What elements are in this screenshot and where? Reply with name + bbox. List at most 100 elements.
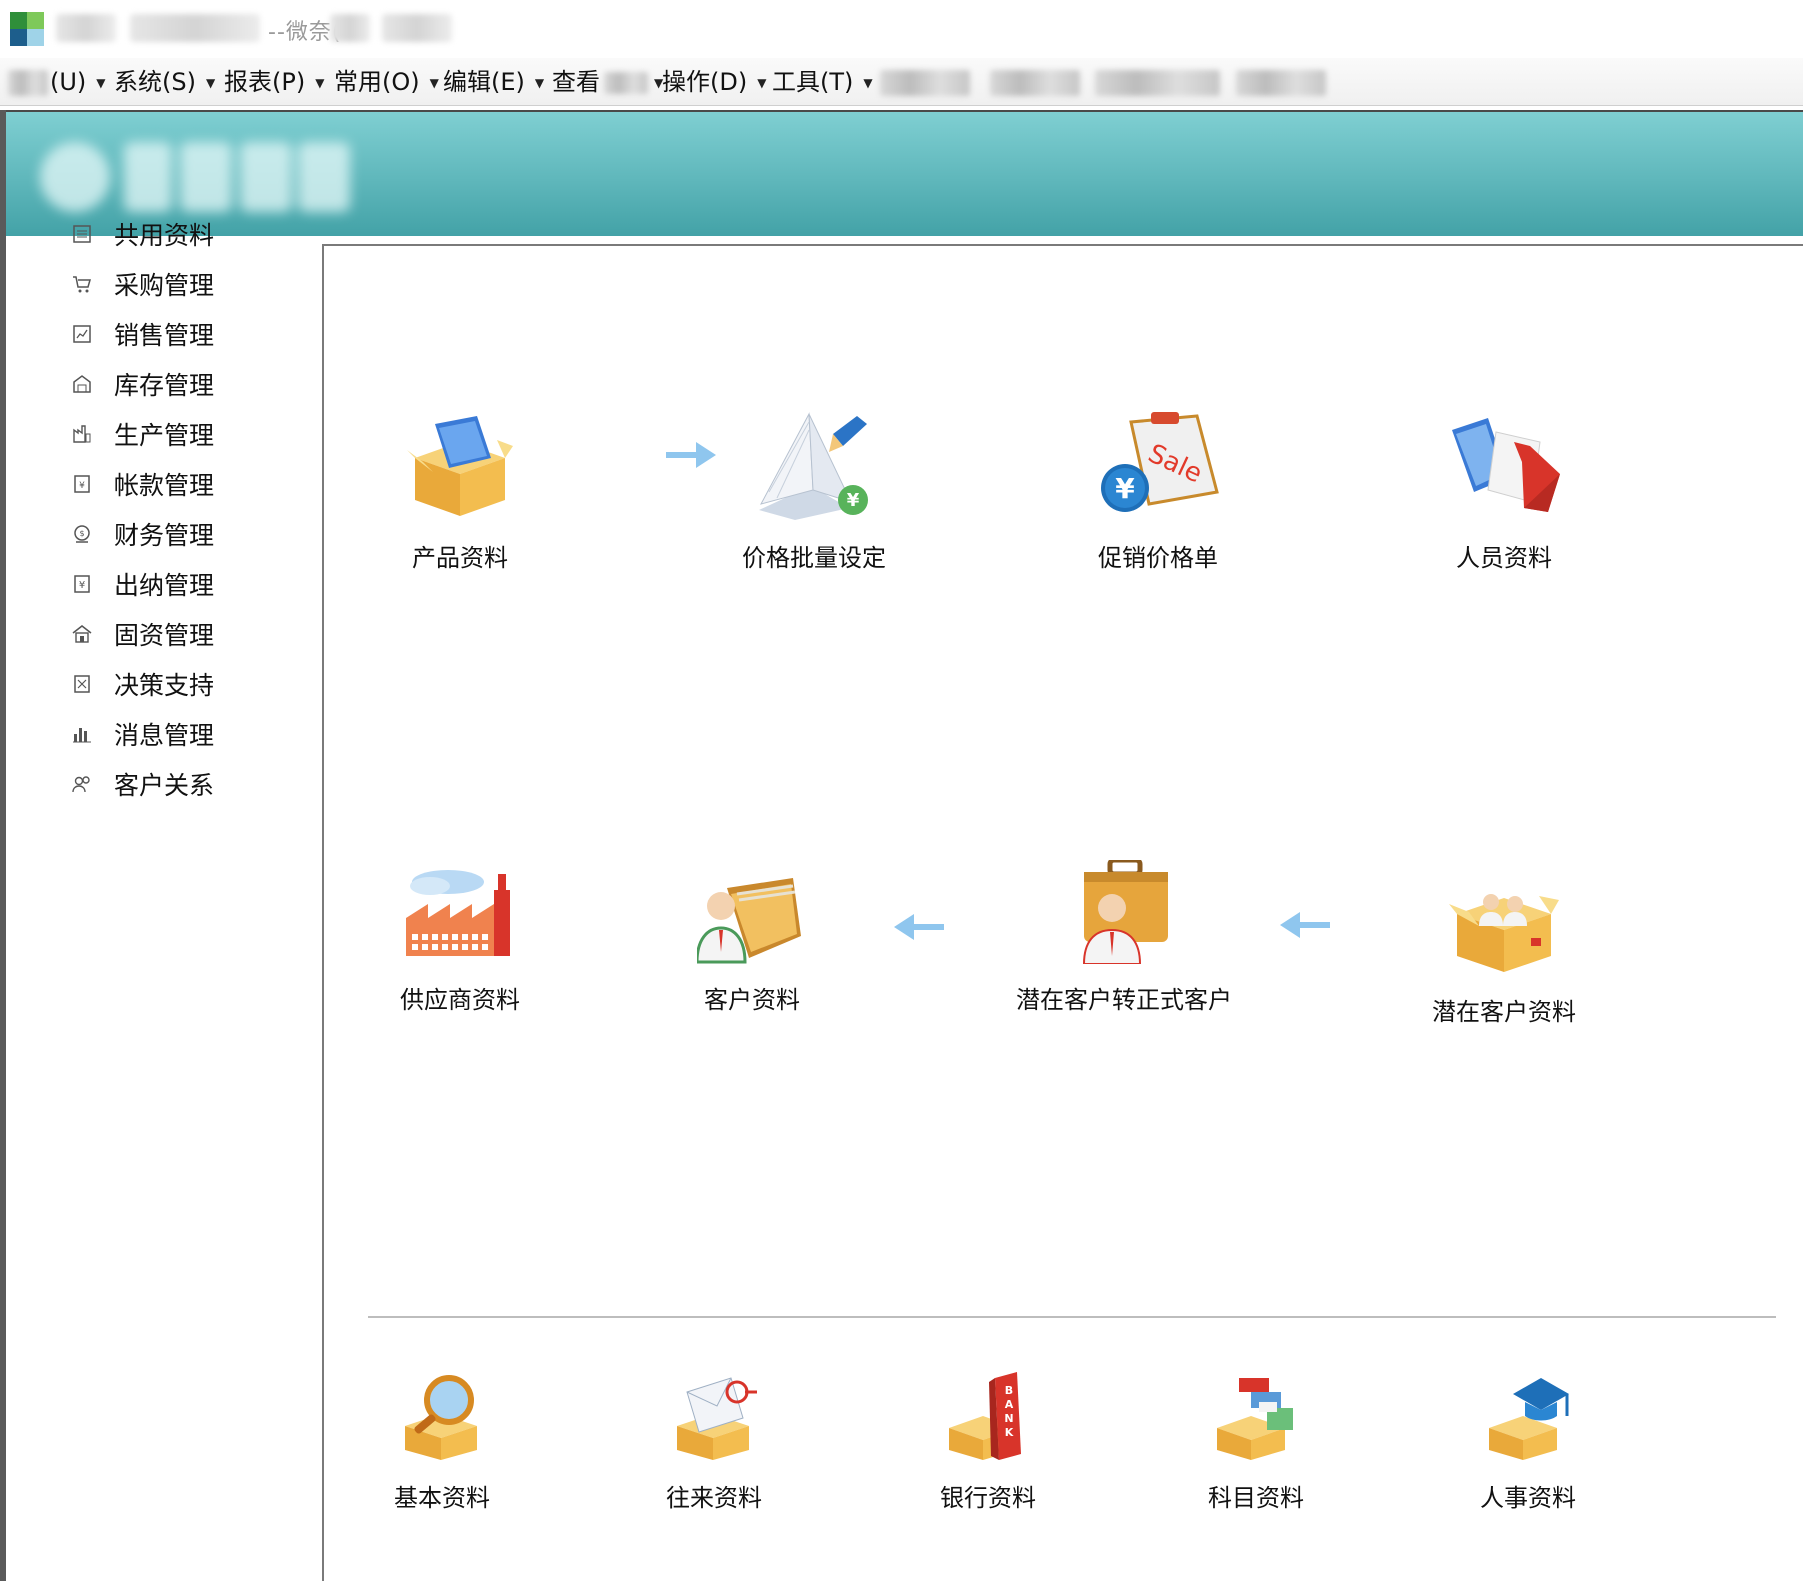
- price-book-icon: ¥: [749, 412, 879, 522]
- tile-label: 产品资料: [412, 544, 508, 572]
- sidebar: 共用资料 采购管理 销售管理 库存管理 生产管理 ¥ 帐款管理 $ 财务管理 ¥…: [6, 221, 322, 1581]
- flow-arrow-left-icon: [894, 914, 944, 944]
- svg-text:K: K: [1005, 1426, 1014, 1439]
- tile-prospect-convert[interactable]: 潜在客户转正式客户: [1014, 857, 1234, 1015]
- sale-clipboard-icon: Sale ¥: [1093, 412, 1223, 522]
- flow-arrow-left-icon: [1280, 912, 1330, 942]
- sidebar-item-production[interactable]: 生产管理: [70, 414, 310, 454]
- sidebar-item-crm[interactable]: 客户关系: [70, 764, 310, 804]
- chart-bars-icon: [70, 722, 94, 746]
- tile-promo-price[interactable]: Sale ¥ 促销价格单: [1048, 412, 1268, 573]
- tile-label: 人员资料: [1456, 544, 1552, 572]
- tile-label: 客户资料: [704, 986, 800, 1014]
- cart-icon: [70, 272, 94, 296]
- sidebar-item-label: 决策支持: [114, 671, 215, 700]
- menu-bar: (U) ▼ 系统(S) ▼ 报表(P) ▼ 常用(O) ▼ 编辑(E) ▼ 查看 ▼ 操作(…: [0, 58, 1803, 106]
- tile-basic-data[interactable]: 基本资料: [332, 1372, 552, 1513]
- sidebar-item-finance[interactable]: $ 财务管理: [70, 514, 310, 554]
- title-bar: --微奈(: [0, 0, 1803, 58]
- sidebar-item-purchase[interactable]: 采购管理: [70, 264, 310, 304]
- menu-item-view[interactable]: 查看 ▼: [552, 66, 663, 98]
- cashier-icon: ¥: [70, 572, 94, 596]
- books-box-icon: [1211, 1372, 1301, 1462]
- sidebar-item-label: 销售管理: [114, 321, 215, 350]
- tile-dealings-data[interactable]: 往来资料: [604, 1372, 824, 1513]
- tile-staff-data[interactable]: 人员资料: [1394, 412, 1614, 573]
- svg-text:N: N: [1004, 1412, 1013, 1425]
- menu-redacted: [1236, 70, 1326, 96]
- menu-item-common[interactable]: 常用(O) ▼: [334, 66, 439, 98]
- dropdown-arrow-icon: ▼: [429, 76, 439, 90]
- tile-label: 价格批量设定: [742, 544, 886, 572]
- menu-item-edit[interactable]: 编辑(E) ▼: [443, 66, 544, 98]
- people-icon: [70, 772, 94, 796]
- tile-supplier-data[interactable]: 供应商资料: [350, 864, 570, 1015]
- svg-text:$: $: [79, 529, 84, 538]
- dropdown-arrow-icon: ▼: [534, 76, 545, 90]
- svg-text:¥: ¥: [847, 490, 860, 511]
- sidebar-item-messages[interactable]: 消息管理: [70, 714, 310, 754]
- tile-label: 银行资料: [940, 1484, 1036, 1512]
- svg-text:¥: ¥: [79, 481, 85, 491]
- sidebar-item-common-data[interactable]: 共用资料: [70, 214, 310, 254]
- sales-icon: [70, 322, 94, 346]
- sidebar-item-label: 财务管理: [114, 521, 215, 550]
- sidebar-item-inventory[interactable]: 库存管理: [70, 364, 310, 404]
- tile-label: 潜在客户资料: [1432, 998, 1576, 1026]
- tile-label: 供应商资料: [400, 986, 520, 1014]
- tile-hr-data[interactable]: 人事资料: [1418, 1372, 1638, 1513]
- menu-redacted: [8, 70, 48, 96]
- product-box-icon: [405, 412, 515, 522]
- tile-label: 往来资料: [666, 1484, 762, 1512]
- magnifier-box-icon: [397, 1372, 487, 1462]
- tile-customer-data[interactable]: 客户资料: [642, 864, 862, 1015]
- title-redacted: [330, 14, 370, 42]
- svg-text:¥: ¥: [1115, 472, 1135, 505]
- tile-subject-data[interactable]: 科目资料: [1146, 1372, 1366, 1513]
- menu-item-operate[interactable]: 操作(D) ▼: [662, 66, 766, 98]
- list-icon: [70, 222, 94, 246]
- sidebar-item-label: 共用资料: [114, 221, 215, 250]
- dropdown-arrow-icon: ▼: [757, 76, 767, 90]
- tile-label: 基本资料: [394, 1484, 490, 1512]
- tile-bank-data[interactable]: B A N K 银行资料: [878, 1372, 1098, 1513]
- sidebar-item-label: 消息管理: [114, 721, 215, 750]
- sidebar-item-accounts[interactable]: ¥ 帐款管理: [70, 464, 310, 504]
- dropdown-arrow-icon: ▼: [315, 76, 325, 90]
- decision-icon: [70, 672, 94, 696]
- title-redacted: [382, 14, 452, 42]
- menu-item-u[interactable]: (U) ▼: [50, 66, 106, 98]
- svg-text:B: B: [1005, 1384, 1013, 1397]
- sidebar-item-label: 固资管理: [114, 621, 215, 650]
- sidebar-item-cashier[interactable]: ¥ 出纳管理: [70, 564, 310, 604]
- app-icon: [10, 12, 44, 46]
- menu-redacted: [880, 70, 970, 96]
- mail-box-icon: [669, 1372, 759, 1462]
- sidebar-item-label: 客户关系: [114, 771, 215, 800]
- title-redacted: [56, 14, 116, 42]
- sidebar-item-sales[interactable]: 销售管理: [70, 314, 310, 354]
- dropdown-arrow-icon: ▼: [205, 76, 216, 90]
- tile-prospect-data[interactable]: 潜在客户资料: [1394, 880, 1614, 1027]
- logo-redacted: [40, 142, 350, 212]
- section-divider: [368, 1316, 1776, 1318]
- dropdown-arrow-icon: ▼: [863, 76, 873, 90]
- dropdown-arrow-icon: ▼: [96, 76, 106, 90]
- tile-label: 科目资料: [1208, 1484, 1304, 1512]
- tile-product-data[interactable]: 产品资料: [350, 412, 570, 573]
- menu-item-tools[interactable]: 工具(T) ▼: [772, 66, 873, 98]
- menu-item-report[interactable]: 报表(P) ▼: [224, 66, 324, 98]
- menu-redacted: [1095, 70, 1220, 96]
- finance-icon: $: [70, 522, 94, 546]
- sidebar-item-decision[interactable]: 决策支持: [70, 664, 310, 704]
- tile-label: 潜在客户转正式客户: [1016, 986, 1232, 1014]
- briefcase-person-icon: [1074, 857, 1174, 965]
- bank-box-icon: B A N K: [943, 1372, 1033, 1462]
- tile-price-batch[interactable]: ¥ 价格批量设定: [704, 412, 924, 573]
- sidebar-item-fixed-assets[interactable]: 固资管理: [70, 614, 310, 654]
- tile-label: 促销价格单: [1098, 544, 1218, 572]
- menu-item-system[interactable]: 系统(S) ▼: [114, 66, 215, 98]
- main-panel: 产品资料 ¥ 价格批量设定 Sale ¥ 促销价格单 人员资料 供应商资料 客户…: [322, 244, 1803, 1581]
- sidebar-item-label: 库存管理: [114, 371, 215, 400]
- sidebar-item-label: 生产管理: [114, 421, 215, 450]
